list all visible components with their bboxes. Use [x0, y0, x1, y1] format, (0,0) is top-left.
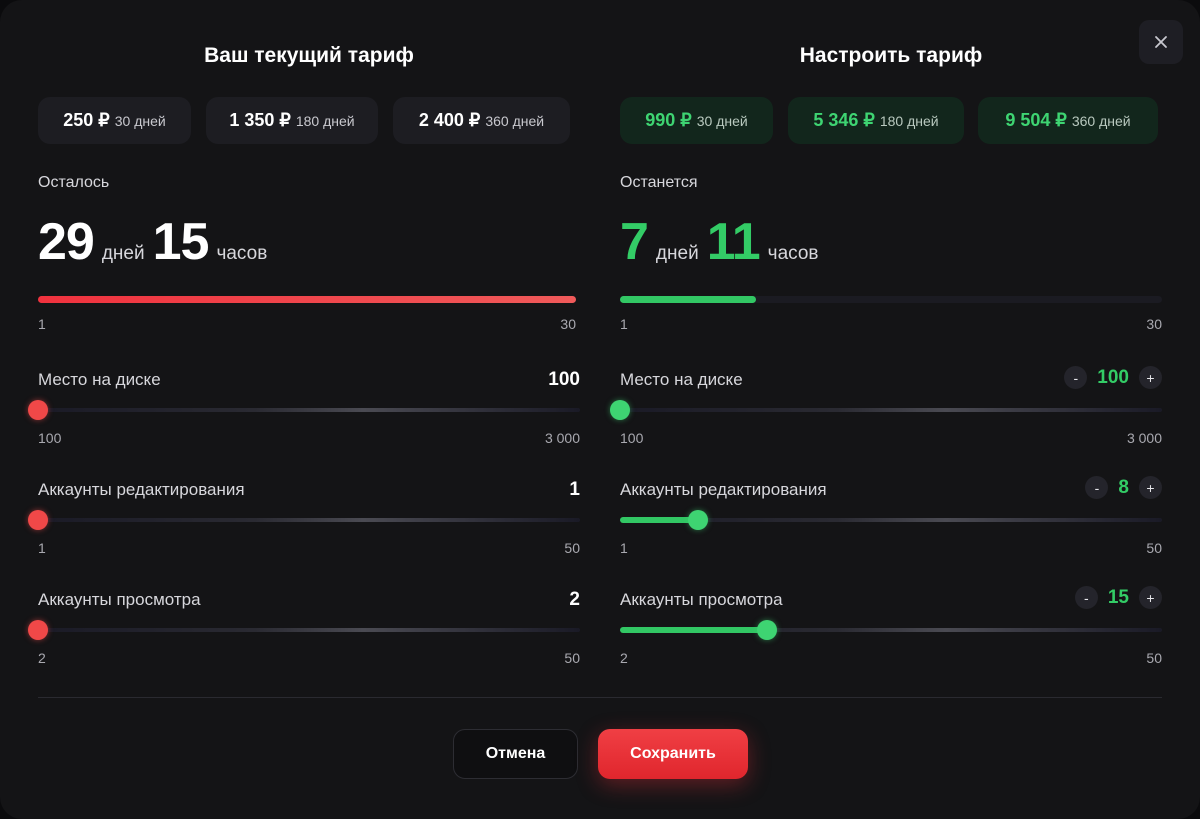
edit-accounts-slider[interactable] [620, 510, 1162, 530]
plan-period: 30 дней [114, 112, 166, 129]
view-accounts-value: 15 [1107, 586, 1129, 608]
plan-period: 180 дней [879, 112, 939, 129]
edit-accounts-label: Аккаунты редактирования [38, 480, 245, 499]
increment-button[interactable]: + [1139, 586, 1162, 609]
plan-price: 5 346 ₽ [813, 110, 875, 130]
current-plan-180[interactable]: 1 350 ₽ 180 дней [206, 97, 378, 144]
remain-label: Останется [620, 174, 698, 191]
progress-fill [620, 296, 756, 303]
remain-days: 7 [620, 213, 649, 271]
remain-time: 7 дней 11 часов [620, 212, 827, 272]
disk-space-stepper: - 100 + [1064, 366, 1162, 389]
slider-max: 50 [564, 540, 580, 556]
slider-fill [620, 627, 767, 633]
edit-accounts-value: 1 [569, 479, 580, 500]
progress-fill [38, 296, 576, 303]
days-unit: дней [101, 243, 145, 264]
custom-plan-30[interactable]: 990 ₽ 30 дней [620, 97, 773, 144]
plan-period: 360 дней [485, 112, 545, 129]
disk-space-label: Место на диске [38, 370, 161, 389]
plan-period: 360 дней [1071, 112, 1131, 129]
hours-unit: часов [216, 243, 268, 264]
view-accounts-label: Аккаунты просмотра [38, 590, 201, 609]
increment-button[interactable]: + [1139, 476, 1162, 499]
edit-accounts-stepper: - 8 + [1085, 476, 1162, 499]
remain-progress [38, 296, 576, 303]
disk-space-value: 100 [1097, 366, 1129, 388]
view-accounts-stepper: - 15 + [1074, 586, 1162, 609]
plan-period: 30 дней [696, 112, 748, 129]
slider-handle[interactable] [687, 510, 708, 530]
edit-accounts-slider[interactable] [28, 510, 580, 530]
remain-hours: 15 [152, 213, 210, 271]
disk-space-slider[interactable] [28, 400, 580, 420]
plan-period: 180 дней [295, 112, 355, 129]
view-accounts-label: Аккаунты просмотра [620, 590, 783, 609]
slider-max: 50 [1146, 650, 1162, 666]
remain-label: Осталось [38, 174, 110, 191]
slider-handle[interactable] [756, 620, 777, 640]
slider-min: 1 [38, 540, 46, 556]
plan-price: 250 ₽ [63, 110, 110, 130]
slider-min: 1 [620, 540, 628, 556]
remain-hours: 11 [706, 213, 761, 271]
remain-time: 29 дней 15 часов [38, 212, 275, 272]
progress-min: 1 [620, 316, 628, 332]
slider-handle[interactable] [28, 510, 48, 530]
slider-max: 50 [564, 650, 580, 666]
slider-handle[interactable] [28, 400, 48, 420]
slider-max: 3 000 [544, 430, 580, 446]
hours-unit: часов [767, 243, 819, 264]
progress-max: 30 [1146, 316, 1162, 332]
current-plan-30[interactable]: 250 ₽ 30 дней [38, 97, 191, 144]
disk-space-label: Место на диске [620, 370, 743, 389]
tariff-modal: Ваш текущий тариф 250 ₽ 30 дней 1 350 ₽ … [0, 0, 1200, 819]
edit-accounts-label: Аккаунты редактирования [620, 480, 827, 499]
save-button[interactable]: Сохранить [598, 729, 748, 779]
cancel-button[interactable]: Отмена [453, 729, 578, 779]
days-unit: дней [655, 243, 699, 264]
plan-price: 9 504 ₽ [1005, 110, 1067, 130]
footer-divider [38, 697, 1162, 698]
plan-price: 1 350 ₽ [229, 110, 291, 130]
progress-max: 30 [560, 316, 576, 332]
plan-price: 990 ₽ [645, 110, 692, 130]
slider-handle[interactable] [610, 400, 630, 420]
custom-plan-360[interactable]: 9 504 ₽ 360 дней [978, 97, 1158, 144]
disk-space-value: 100 [548, 369, 580, 390]
progress-min: 1 [38, 316, 46, 332]
disk-space-slider[interactable] [610, 400, 1162, 420]
view-accounts-value: 2 [569, 589, 580, 610]
current-tariff-title: Ваш текущий тариф [204, 44, 414, 67]
slider-fill [620, 517, 698, 523]
custom-plan-180[interactable]: 5 346 ₽ 180 дней [788, 97, 964, 144]
slider-min: 100 [620, 430, 644, 446]
increment-button[interactable]: + [1139, 366, 1162, 389]
view-accounts-slider[interactable] [28, 620, 580, 640]
remain-days: 29 [38, 213, 95, 271]
slider-min: 2 [38, 650, 46, 666]
slider-max: 3 000 [1126, 430, 1162, 446]
edit-accounts-value: 8 [1118, 476, 1129, 498]
slider-min: 100 [38, 430, 62, 446]
decrement-button[interactable]: - [1074, 586, 1098, 609]
custom-tariff-title: Настроить тариф [799, 44, 983, 67]
current-plan-360[interactable]: 2 400 ₽ 360 дней [393, 97, 570, 144]
slider-min: 2 [620, 650, 628, 666]
slider-max: 50 [1146, 540, 1162, 556]
view-accounts-slider[interactable] [620, 620, 1162, 640]
decrement-button[interactable]: - [1085, 476, 1109, 499]
remain-progress [620, 296, 1162, 303]
decrement-button[interactable]: - [1064, 366, 1088, 389]
plan-price: 2 400 ₽ [418, 110, 481, 130]
slider-handle[interactable] [28, 620, 48, 640]
